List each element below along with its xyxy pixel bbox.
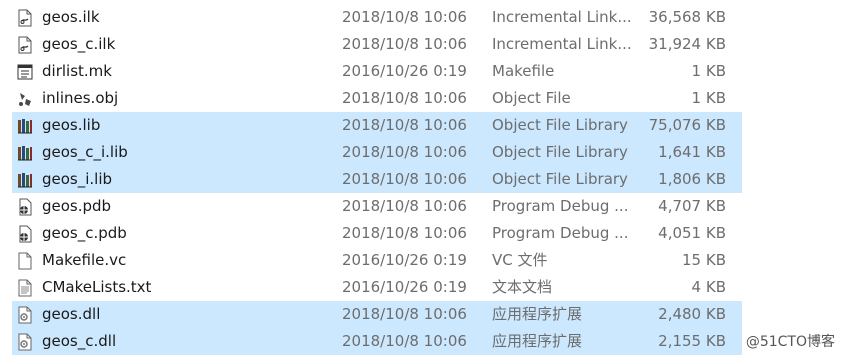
- ilk-file-icon: [16, 9, 34, 27]
- file-type: 应用程序扩展: [492, 332, 583, 350]
- file-row[interactable]: dirlist.mk 2016/10/26 0:19 Makefile 1 KB: [12, 58, 742, 85]
- file-row[interactable]: Makefile.vc 2016/10/26 0:19 VC 文件 15 KB: [12, 247, 742, 274]
- file-name: inlines.obj: [42, 89, 119, 107]
- file-name: geos.pdb: [42, 197, 112, 215]
- file-date-modified: 2018/10/8 10:06: [342, 332, 467, 350]
- pdb-file-icon: [16, 225, 34, 243]
- file-date-modified: 2016/10/26 0:19: [342, 278, 467, 296]
- file-row[interactable]: geos.pdb 2018/10/8 10:06 Program Debug ...…: [12, 193, 742, 220]
- file-size: 2,480 KB: [658, 305, 726, 323]
- text-file-icon: [16, 279, 34, 297]
- makefile-icon: [16, 63, 34, 81]
- file-date-modified: 2016/10/26 0:19: [342, 62, 467, 80]
- file-row[interactable]: geos_c_i.lib 2018/10/8 10:06 Object File L…: [12, 139, 742, 166]
- file-name: dirlist.mk: [42, 62, 112, 80]
- file-type: Program Debug ...: [492, 197, 629, 215]
- file-date-modified: 2018/10/8 10:06: [342, 35, 467, 53]
- file-type: Object File Library: [492, 116, 628, 134]
- file-row[interactable]: geos.ilk 2018/10/8 10:06 Incremental Link.…: [12, 4, 742, 31]
- file-type: 文本文档: [492, 278, 553, 296]
- file-size: 4,051 KB: [658, 224, 726, 242]
- file-type: Incremental Link...: [492, 35, 632, 53]
- file-date-modified: 2018/10/8 10:06: [342, 197, 467, 215]
- file-name: geos.ilk: [42, 8, 100, 26]
- file-name: geos.dll: [42, 305, 101, 323]
- file-type: Object File Library: [492, 143, 628, 161]
- file-type: Program Debug ...: [492, 224, 629, 242]
- dll-file-icon: [16, 306, 34, 324]
- ilk-file-icon: [16, 36, 34, 54]
- file-size: 4 KB: [691, 278, 726, 296]
- dll-file-icon: [16, 333, 34, 351]
- file-row[interactable]: geos.dll 2018/10/8 10:06 应用程序扩展 2,480 KB: [12, 301, 742, 328]
- file-size: 75,076 KB: [648, 116, 726, 134]
- file-date-modified: 2018/10/8 10:06: [342, 224, 467, 242]
- file-size: 1 KB: [691, 62, 726, 80]
- file-name: geos_c.ilk: [42, 35, 116, 53]
- file-type: Incremental Link...: [492, 8, 632, 26]
- file-row[interactable]: geos_c.ilk 2018/10/8 10:06 Incremental Lin…: [12, 31, 742, 58]
- file-row[interactable]: geos.lib 2018/10/8 10:06 Object File Libra…: [12, 112, 742, 139]
- file-row[interactable]: geos_c.dll 2018/10/8 10:06 应用程序扩展 2,155 KB: [12, 328, 742, 355]
- pdb-file-icon: [16, 198, 34, 216]
- file-size: 4,707 KB: [658, 197, 726, 215]
- file-date-modified: 2018/10/8 10:06: [342, 305, 467, 323]
- file-type: VC 文件: [492, 251, 548, 269]
- file-row[interactable]: geos_i.lib 2018/10/8 10:06 Object File Lib…: [12, 166, 742, 193]
- file-date-modified: 2018/10/8 10:06: [342, 143, 467, 161]
- file-row[interactable]: inlines.obj 2018/10/8 10:06 Object File 1 K…: [12, 85, 742, 112]
- file-size: 31,924 KB: [648, 35, 726, 53]
- library-icon: [16, 117, 34, 135]
- file-name: CMakeLists.txt: [42, 278, 152, 296]
- object-file-icon: [16, 90, 34, 108]
- file-date-modified: 2018/10/8 10:06: [342, 116, 467, 134]
- file-row[interactable]: geos_c.pdb 2018/10/8 10:06 Program Debug .…: [12, 220, 742, 247]
- file-row[interactable]: CMakeLists.txt 2016/10/26 0:19 文本文档 4 KB: [12, 274, 742, 301]
- file-type: Object File: [492, 89, 571, 107]
- watermark: @51CTO博客: [745, 334, 835, 350]
- blank-file-icon: [16, 252, 34, 270]
- file-name: geos.lib: [42, 116, 101, 134]
- file-name: geos_c.pdb: [42, 224, 127, 242]
- file-date-modified: 2018/10/8 10:06: [342, 8, 467, 26]
- file-name: geos_c.dll: [42, 332, 117, 350]
- file-size: 36,568 KB: [648, 8, 726, 26]
- library-icon: [16, 171, 34, 189]
- file-size: 15 KB: [682, 251, 726, 269]
- file-size: 1 KB: [691, 89, 726, 107]
- file-size: 2,155 KB: [658, 332, 726, 350]
- file-type: 应用程序扩展: [492, 305, 583, 323]
- file-date-modified: 2018/10/8 10:06: [342, 170, 467, 188]
- file-list: geos.ilk 2018/10/8 10:06 Incremental Link.…: [0, 4, 845, 355]
- file-date-modified: 2016/10/26 0:19: [342, 251, 467, 269]
- file-type: Object File Library: [492, 170, 628, 188]
- file-name: Makefile.vc: [42, 251, 127, 269]
- file-name: geos_i.lib: [42, 170, 113, 188]
- file-name: geos_c_i.lib: [42, 143, 128, 161]
- file-size: 1,641 KB: [658, 143, 726, 161]
- library-icon: [16, 144, 34, 162]
- file-type: Makefile: [492, 62, 555, 80]
- file-date-modified: 2018/10/8 10:06: [342, 89, 467, 107]
- file-size: 1,806 KB: [658, 170, 726, 188]
